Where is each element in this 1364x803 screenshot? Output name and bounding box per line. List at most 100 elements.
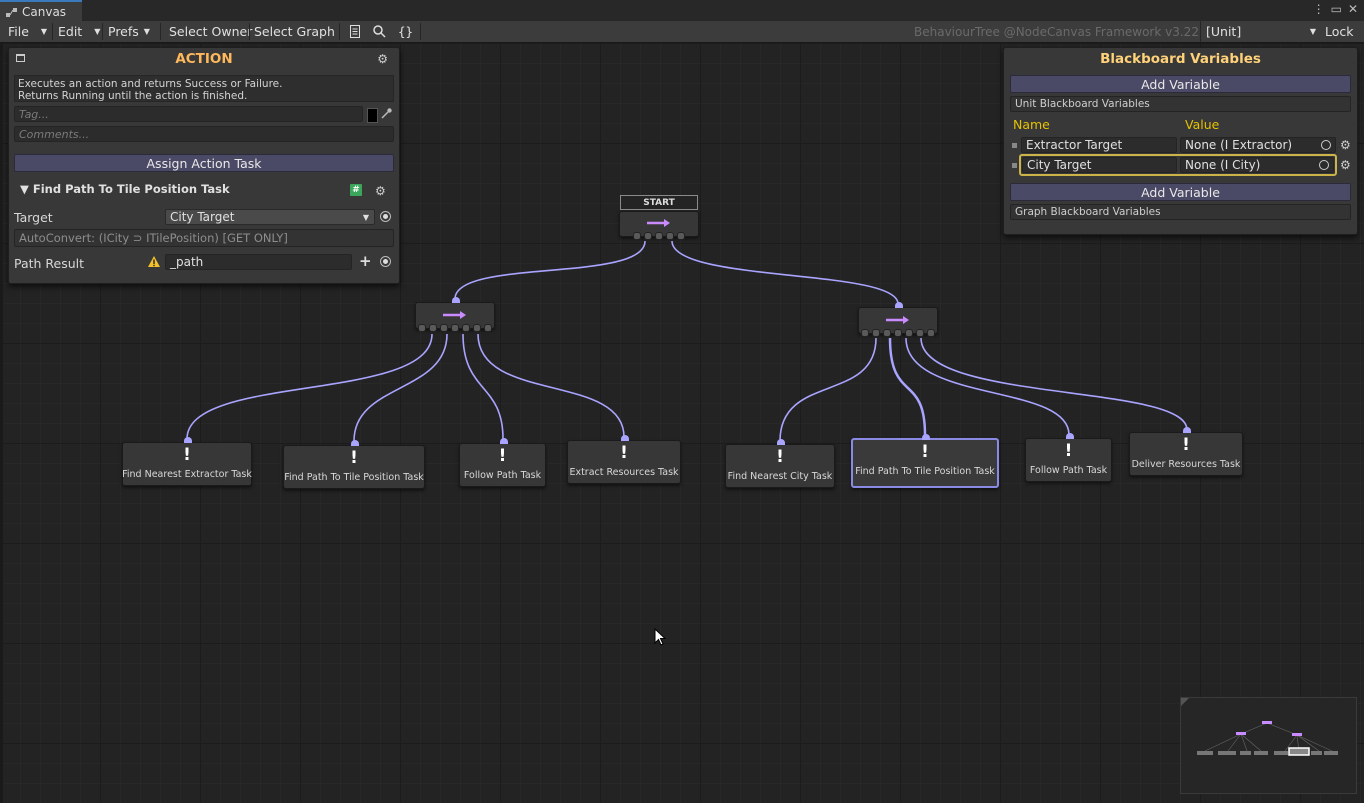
description-line: Executes an action and returns Success o…: [18, 78, 283, 90]
file-menu[interactable]: File ▼: [8, 21, 47, 42]
action-inspector-panel: ACTION ⚙ Executes an action and returns …: [8, 47, 400, 284]
graph-blackboard-section: Graph Blackboard Variables: [1010, 204, 1351, 220]
node-label: Find Nearest Extractor Task: [122, 469, 252, 480]
add-icon[interactable]: +: [359, 252, 372, 270]
mouse-cursor-icon: [654, 628, 666, 646]
unit-selector[interactable]: [Unit] ▼: [1200, 21, 1320, 42]
action-icon: !: [350, 448, 358, 468]
target-variable-toggle[interactable]: [380, 211, 391, 222]
graph-toolbar: File ▼ Edit ▼ Prefs ▼ Select Owner Select G…: [0, 21, 1364, 43]
target-dropdown[interactable]: City Target ▼: [165, 209, 375, 225]
name-column-header: Name: [1013, 117, 1050, 132]
node-label: Extract Resources Task: [569, 467, 679, 478]
lock-toggle[interactable]: Lock: [1325, 21, 1354, 42]
script-icon[interactable]: #: [350, 184, 362, 196]
start-label: START: [620, 195, 698, 210]
action-node[interactable]: ! Find Nearest City Task: [725, 439, 835, 488]
action-node[interactable]: ! Find Nearest Extractor Task: [122, 437, 252, 486]
action-icon: !: [498, 446, 507, 466]
autoconvert-info: AutoConvert: (ICity ⊃ ITilePosition) [GE…: [14, 229, 394, 247]
action-node[interactable]: ! Deliver Resources Task: [1129, 427, 1243, 476]
task-foldout[interactable]: ▼ Find Path To Tile Position Task: [20, 182, 230, 196]
action-icon: !: [183, 445, 191, 465]
blackboard-title: Blackboard Variables: [1100, 51, 1261, 67]
target-label: Target: [14, 210, 53, 225]
unit-blackboard-section: Unit Blackboard Variables: [1010, 96, 1351, 112]
gear-icon[interactable]: ⚙: [375, 185, 386, 197]
tag-input[interactable]: Tag...: [14, 106, 363, 122]
object-picker-icon[interactable]: [1321, 140, 1331, 150]
edit-menu[interactable]: Edit ▼: [58, 21, 100, 42]
gear-icon[interactable]: ⚙: [1340, 159, 1351, 171]
window-controls: ⋮ ▭ ✕: [1313, 2, 1358, 16]
action-node[interactable]: ! Find Path To Tile Position Task: [283, 440, 425, 489]
select-owner-button[interactable]: Select Owner: [169, 21, 252, 42]
add-variable-button[interactable]: Add Variable: [1010, 75, 1351, 93]
close-icon[interactable]: ✕: [1348, 2, 1358, 16]
action-node[interactable]: ! Extract Resources Task: [567, 435, 681, 484]
action-icon: !: [921, 442, 929, 462]
path-result-label: Path Result: [14, 256, 85, 271]
variable-value-field[interactable]: None (I Extractor): [1180, 137, 1336, 153]
action-icon: !: [620, 443, 628, 463]
eyedropper-icon[interactable]: [380, 107, 392, 123]
object-picker-icon[interactable]: [1319, 160, 1329, 170]
node-label: Find Path To Tile Position Task: [855, 466, 995, 477]
node-label: Deliver Resources Task: [1131, 459, 1241, 470]
tab-label: Canvas: [22, 4, 67, 19]
maximize-icon[interactable]: ▭: [1331, 2, 1342, 16]
minimap[interactable]: [1180, 697, 1357, 794]
value-column-header: Value: [1185, 117, 1220, 132]
tab-canvas[interactable]: Canvas: [0, 0, 82, 21]
node-label: Follow Path Task: [463, 470, 542, 481]
drag-handle-icon[interactable]: [1012, 163, 1017, 168]
document-icon[interactable]: [349, 21, 361, 42]
description-line: Returns Running until the action is fini…: [18, 90, 248, 102]
gear-icon[interactable]: ⚙: [1340, 139, 1351, 151]
drag-handle-icon[interactable]: [1012, 143, 1017, 148]
action-icon: !: [776, 447, 784, 467]
minimize-icon[interactable]: [16, 54, 25, 62]
graph-icon: [6, 7, 18, 17]
warning-icon: [147, 255, 161, 271]
panel-header: ACTION ⚙: [9, 48, 399, 70]
action-icon: !: [1182, 435, 1190, 455]
arrow-right-icon: [646, 217, 672, 231]
action-description: Executes an action and returns Success o…: [14, 75, 394, 102]
arrow-right-icon: [885, 314, 911, 328]
panel-title: ACTION: [175, 51, 233, 67]
left-sequencer-node[interactable]: [415, 297, 495, 332]
path-result-input[interactable]: _path: [165, 254, 352, 270]
task-title: Find Path To Tile Position Task: [32, 182, 230, 196]
action-node[interactable]: ! Follow Path Task: [459, 438, 546, 487]
selected-action-node[interactable]: ! Find Path To Tile Position Task: [851, 434, 999, 488]
blackboard-panel: Blackboard Variables Add Variable Unit B…: [1003, 47, 1358, 235]
search-icon[interactable]: [373, 21, 386, 42]
prefs-menu[interactable]: Prefs ▼: [108, 21, 150, 42]
more-options-icon[interactable]: ⋮: [1313, 2, 1325, 16]
right-sequencer-node[interactable]: [858, 302, 938, 337]
window-titlebar: Canvas ⋮ ▭ ✕: [0, 0, 1364, 22]
root-sequencer-node[interactable]: [619, 211, 699, 240]
variable-value-field[interactable]: None (I City): [1180, 157, 1334, 173]
variable-name-input[interactable]: Extractor Target: [1021, 137, 1177, 153]
framework-label: BehaviourTree @NodeCanvas Framework v3.2…: [914, 24, 1199, 39]
node-label: Find Path To Tile Position Task: [284, 472, 424, 483]
select-graph-button[interactable]: Select Graph: [254, 21, 335, 42]
comments-input[interactable]: Comments...: [14, 126, 394, 142]
action-node[interactable]: ! Follow Path Task: [1025, 433, 1112, 482]
node-label: Find Nearest City Task: [727, 471, 833, 482]
assign-action-task-button[interactable]: Assign Action Task: [14, 154, 394, 172]
color-swatch[interactable]: [367, 108, 378, 123]
braces-icon[interactable]: {}: [398, 21, 413, 42]
canvas-left-edge: [0, 43, 3, 803]
add-variable-button[interactable]: Add Variable: [1010, 183, 1351, 201]
minimap-graph: [1181, 698, 1338, 756]
node-label: Follow Path Task: [1029, 465, 1108, 476]
arrow-right-icon: [442, 309, 468, 323]
variable-name-input[interactable]: City Target: [1022, 157, 1177, 173]
gear-icon[interactable]: ⚙: [377, 53, 388, 65]
triangle-down-icon: ▼: [20, 182, 29, 196]
path-result-variable-toggle[interactable]: [380, 256, 391, 267]
action-icon: !: [1064, 441, 1073, 461]
